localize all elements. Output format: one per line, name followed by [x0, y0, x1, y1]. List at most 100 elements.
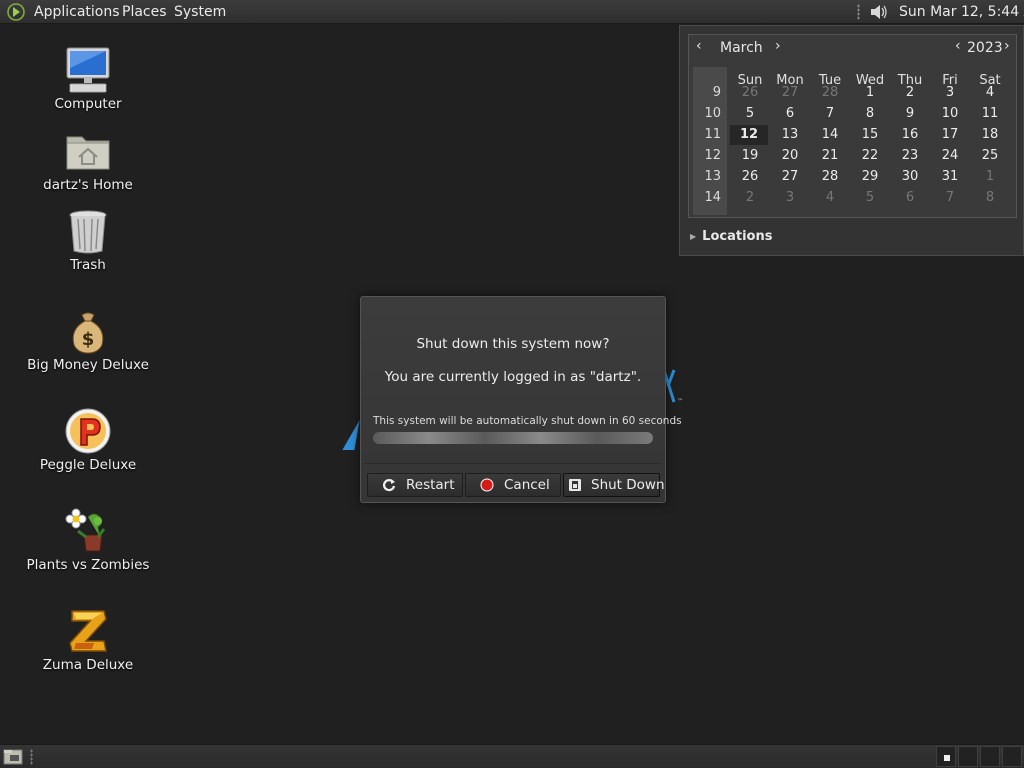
week-number: 14 — [704, 190, 721, 205]
prev-year-button[interactable]: ‹ — [955, 38, 961, 54]
calendar-day[interactable]: 2 — [890, 83, 930, 103]
menu-applications[interactable]: Applications — [34, 4, 120, 20]
calendar-day[interactable]: 9 — [890, 104, 930, 124]
calendar-day[interactable]: 15 — [850, 125, 890, 145]
calendar-day[interactable]: 27 — [770, 167, 810, 187]
shutdown-button[interactable]: Shut Down — [563, 473, 665, 497]
calendar-month: March — [720, 40, 763, 56]
calendar-day[interactable]: 14 — [810, 125, 850, 145]
desktop-icon-peggle[interactable]: Peggle Deluxe — [18, 407, 158, 473]
home-folder-icon — [64, 127, 112, 175]
restart-button[interactable]: Restart — [367, 473, 463, 497]
volume-icon[interactable] — [868, 2, 890, 22]
calendar-day[interactable]: 7 — [810, 104, 850, 124]
calendar-day[interactable]: 6 — [770, 104, 810, 124]
auto-shutdown-message: This system will be automatically shut d… — [373, 415, 682, 427]
calendar-day[interactable]: 5 — [850, 188, 890, 208]
calendar-day[interactable]: 23 — [890, 146, 930, 166]
desktop-icon-plants-vs-zombies[interactable]: Plants vs Zombies — [18, 507, 158, 573]
desktop-icon-label: Peggle Deluxe — [39, 457, 137, 473]
calendar-day[interactable]: 4 — [810, 188, 850, 208]
calendar-day[interactable]: 6 — [890, 188, 930, 208]
calendar-year: 2023 — [967, 40, 1003, 56]
shutdown-icon — [569, 479, 581, 491]
calendar-day[interactable]: 3 — [770, 188, 810, 208]
svg-text:$: $ — [82, 329, 95, 350]
calendar-day[interactable]: 7 — [930, 188, 970, 208]
calendar-day[interactable]: 27 — [770, 83, 810, 103]
calendar-day[interactable]: 28 — [810, 83, 850, 103]
desktop-icon-label: Computer — [54, 96, 122, 112]
panel-drag-handle[interactable] — [857, 4, 860, 20]
workspace-4[interactable] — [1002, 746, 1022, 767]
workspace-1[interactable] — [936, 746, 956, 767]
calendar-day-today[interactable]: 12 — [730, 125, 768, 145]
show-desktop-icon[interactable] — [3, 748, 23, 765]
shutdown-label: Shut Down — [591, 477, 665, 493]
calendar-widget: ‹ March › ‹ 2023 › Sun Mon Tue Wed Thu Fri Sat… — [688, 34, 1017, 218]
progress-fill — [373, 432, 653, 444]
calendar-day[interactable]: 19 — [730, 146, 770, 166]
calendar-day[interactable]: 8 — [850, 104, 890, 124]
calendar-day[interactable]: 8 — [970, 188, 1010, 208]
desktop-icon-label: Big Money Deluxe — [27, 357, 149, 373]
computer-icon — [64, 46, 112, 94]
calendar-day[interactable]: 3 — [930, 83, 970, 103]
week-number: 10 — [704, 106, 721, 121]
locations-expander[interactable]: ▶ Locations — [690, 229, 772, 244]
desktop-icon-label: Zuma Deluxe — [42, 657, 134, 673]
calendar-day[interactable]: 1 — [970, 167, 1010, 187]
calendar-day[interactable]: 26 — [730, 167, 770, 187]
calendar-day[interactable]: 30 — [890, 167, 930, 187]
calendar-day[interactable]: 4 — [970, 83, 1010, 103]
menu-places[interactable]: Places — [122, 4, 167, 20]
menu-system[interactable]: System — [174, 4, 226, 20]
bottom-panel — [0, 744, 1024, 768]
calendar-day[interactable]: 31 — [930, 167, 970, 187]
prev-month-button[interactable]: ‹ — [696, 38, 702, 54]
calendar-day[interactable]: 16 — [890, 125, 930, 145]
calendar-day[interactable]: 18 — [970, 125, 1010, 145]
dialog-logged-in-message: You are currently logged in as "dartz". — [384, 369, 642, 385]
desktop-icon-label: Plants vs Zombies — [26, 557, 150, 573]
shutdown-countdown-progress — [373, 432, 653, 444]
dialog-separator — [365, 463, 661, 464]
desktop-icon-zuma[interactable]: Zuma Deluxe — [18, 607, 158, 673]
next-month-button[interactable]: › — [775, 38, 781, 54]
calendar-day[interactable]: 24 — [930, 146, 970, 166]
calendar-day[interactable]: 28 — [810, 167, 850, 187]
workspace-2[interactable] — [958, 746, 978, 767]
next-year-button[interactable]: › — [1004, 38, 1010, 54]
calendar-day[interactable]: 17 — [930, 125, 970, 145]
week-number: 12 — [704, 148, 721, 163]
calendar-day[interactable]: 2 — [730, 188, 770, 208]
cancel-button[interactable]: Cancel — [465, 473, 561, 497]
panel-clock[interactable]: Sun Mar 12, 5:44 AM — [899, 4, 1024, 20]
calendar-day[interactable]: 21 — [810, 146, 850, 166]
desktop-icon-home[interactable]: dartz's Home — [18, 127, 158, 193]
calendar-day[interactable]: 25 — [970, 146, 1010, 166]
calendar-day[interactable]: 11 — [970, 104, 1010, 124]
desktop-icon-trash[interactable]: Trash — [18, 207, 158, 273]
calendar-day[interactable]: 22 — [850, 146, 890, 166]
panel-drag-handle[interactable] — [30, 749, 33, 765]
expander-arrow-icon: ▶ — [690, 232, 697, 241]
plants-vs-zombies-icon — [64, 507, 112, 555]
distro-logo-icon[interactable] — [7, 3, 25, 21]
desktop-icon-computer[interactable]: Computer — [18, 46, 158, 112]
background-logo-trademark: ™ — [677, 398, 683, 405]
calendar-day[interactable]: 10 — [930, 104, 970, 124]
calendar-popup: ‹ March › ‹ 2023 › Sun Mon Tue Wed Thu Fri Sat… — [679, 25, 1024, 256]
calendar-day[interactable]: 26 — [730, 83, 770, 103]
calendar-day[interactable]: 1 — [850, 83, 890, 103]
shutdown-dialog: Shut down this system now? You are curre… — [360, 296, 682, 503]
desktop-icon-big-money[interactable]: $ Big Money Deluxe — [18, 307, 158, 373]
calendar-day[interactable]: 29 — [850, 167, 890, 187]
top-panel: Applications Places System Sun Mar 12, 5… — [0, 0, 1024, 24]
calendar-day[interactable]: 20 — [770, 146, 810, 166]
calendar-day[interactable]: 13 — [770, 125, 810, 145]
desktop-icon-label: Trash — [70, 257, 106, 273]
calendar-day[interactable]: 5 — [730, 104, 770, 124]
workspace-3[interactable] — [980, 746, 1000, 767]
restart-icon — [382, 479, 396, 492]
